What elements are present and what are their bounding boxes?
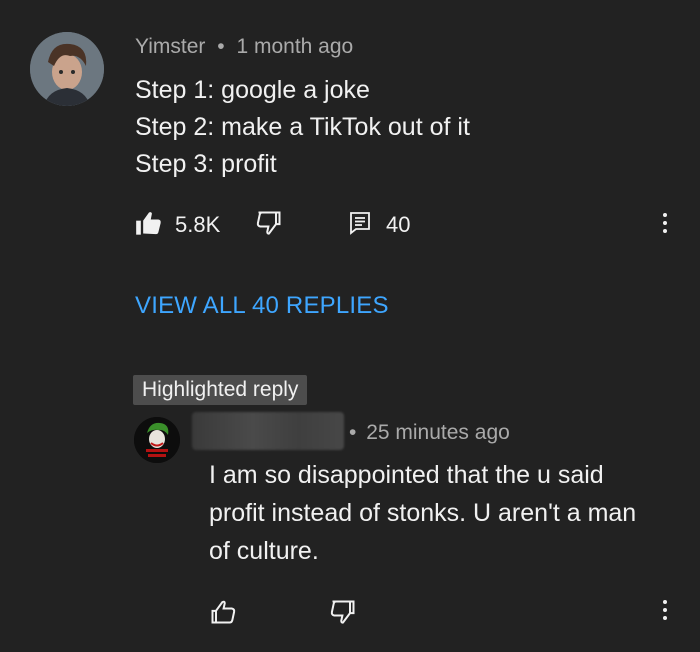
redacted-username [192, 412, 344, 450]
comment-header: Yimster • 1 month ago [135, 35, 353, 59]
thumbs-up-icon[interactable] [209, 598, 237, 631]
reply-avatar[interactable] [134, 417, 180, 463]
reply-line: profit instead of stonks. U aren't a man [209, 499, 637, 527]
comment-author[interactable]: Yimster [135, 35, 205, 58]
reply-actions [209, 596, 669, 628]
commenter-avatar[interactable] [30, 32, 104, 106]
reply-count[interactable]: 40 [386, 212, 410, 238]
view-replies-button[interactable]: VIEW ALL 40 REPLIES [135, 292, 389, 320]
comment-icon[interactable] [348, 211, 372, 240]
comment-line: Step 3: profit [135, 150, 277, 178]
like-count: 5.8K [175, 212, 221, 237]
more-vertical-icon[interactable] [663, 600, 669, 624]
comment-body: Step 1: google a joke Step 2: make a Tik… [135, 72, 470, 183]
comment-actions: 5.8K 40 [135, 207, 675, 243]
thumbs-down-icon[interactable] [329, 598, 357, 631]
highlighted-reply-badge: Highlighted reply [133, 375, 308, 405]
separator-dot: • [349, 421, 357, 444]
comment-line: Step 1: google a joke [135, 76, 370, 104]
comment-timestamp[interactable]: 1 month ago [236, 35, 353, 58]
reply-header: • 25 minutes ago [349, 421, 510, 445]
comment-line: Step 2: make a TikTok out of it [135, 113, 470, 141]
thumbs-up-filled-icon[interactable] [135, 209, 163, 242]
reply-body: I am so disappointed that the u said pro… [209, 456, 636, 570]
reply-timestamp[interactable]: 25 minutes ago [366, 421, 510, 444]
reply-line: of culture. [209, 537, 319, 565]
thumbs-down-icon[interactable] [255, 209, 283, 242]
more-vertical-icon[interactable] [663, 213, 669, 237]
reply-line: I am so disappointed that the u said [209, 461, 604, 489]
separator-dot: • [217, 35, 225, 58]
